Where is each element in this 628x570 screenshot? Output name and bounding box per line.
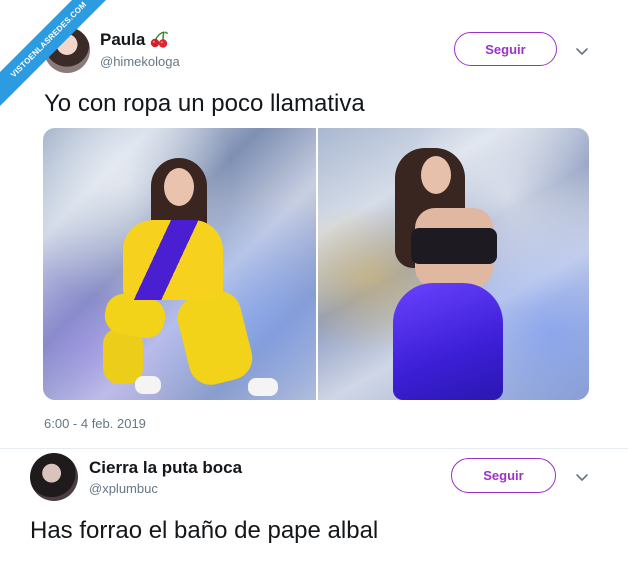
tweet-media[interactable] bbox=[43, 128, 589, 400]
figure-shape bbox=[411, 228, 497, 264]
figure-shape bbox=[123, 220, 223, 300]
tweet-timestamp[interactable]: 6:00 - 4 feb. 2019 bbox=[44, 416, 146, 431]
figure-shape bbox=[248, 378, 278, 396]
author-handle[interactable]: @himekologa bbox=[100, 54, 180, 69]
chevron-down-icon[interactable] bbox=[574, 43, 590, 59]
photo-left[interactable] bbox=[43, 128, 316, 400]
reply-follow-button[interactable]: Seguir bbox=[451, 458, 556, 493]
reply-author-name[interactable]: Cierra la puta boca bbox=[89, 458, 242, 478]
figure-shape bbox=[164, 168, 194, 206]
reply-card: Cierra la puta boca @xplumbuc Seguir Has… bbox=[0, 448, 628, 570]
follow-button[interactable]: Seguir bbox=[454, 32, 557, 66]
cherry-icon bbox=[151, 31, 169, 48]
reply-author-handle[interactable]: @xplumbuc bbox=[89, 481, 158, 496]
watermark-text: VISTOENLASREDES.COM bbox=[0, 0, 110, 109]
figure-shape bbox=[421, 156, 451, 194]
chevron-down-icon[interactable] bbox=[574, 469, 590, 485]
author-name-row[interactable]: Paula bbox=[100, 30, 169, 50]
reply-avatar[interactable] bbox=[30, 453, 78, 501]
reply-text: Has forrao el baño de pape albal bbox=[30, 517, 379, 544]
figure-shape bbox=[173, 286, 257, 390]
figure-shape bbox=[393, 283, 503, 400]
watermark-ribbon: VISTOENLASREDES.COM bbox=[0, 0, 110, 110]
figure-shape bbox=[135, 376, 161, 394]
